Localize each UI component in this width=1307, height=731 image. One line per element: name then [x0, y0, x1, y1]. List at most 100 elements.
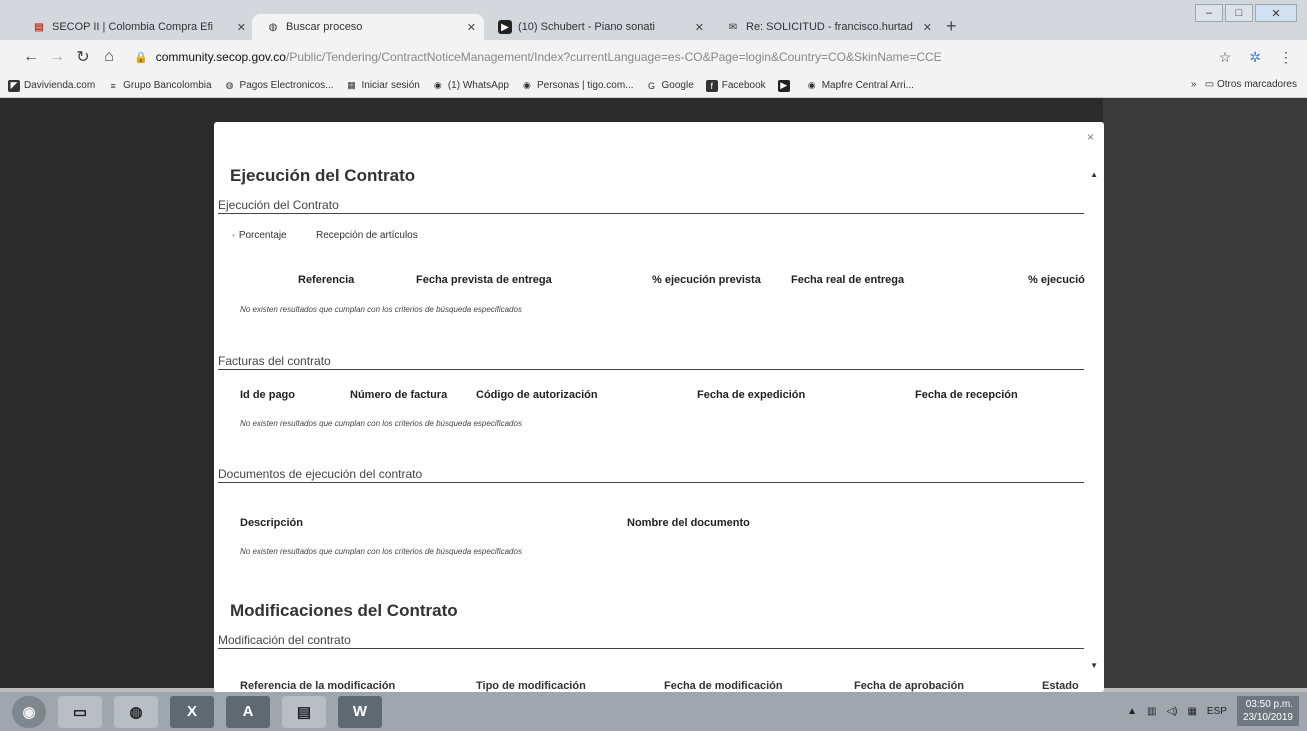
- col-estado[interactable]: Estado: [1042, 680, 1079, 692]
- modal-close-button[interactable]: ×: [1087, 130, 1094, 144]
- invoices-subtitle: Facturas del contrato: [218, 354, 1084, 370]
- col-referencia-modificacion[interactable]: Referencia de la modificación: [240, 680, 395, 692]
- chrome-icon[interactable]: ◍: [114, 695, 158, 728]
- language-indicator[interactable]: ESP: [1207, 706, 1227, 717]
- bancolombia-icon: ≡: [110, 80, 116, 91]
- davivienda-icon: ◤: [8, 79, 20, 92]
- new-tab-button[interactable]: +: [946, 16, 957, 37]
- bookmark-label: (1) WhatsApp: [447, 80, 509, 91]
- empty-message: No existen resultados que cumplan con lo…: [240, 419, 522, 428]
- tab-title: SECOP II | Colombia Compra Efi: [52, 21, 213, 33]
- tab-youtube[interactable]: ▶ (10) Schubert - Piano sonati ✕: [484, 14, 712, 40]
- maximize-button[interactable]: □: [1225, 4, 1253, 22]
- network-icon[interactable]: ▥: [1147, 706, 1156, 717]
- close-icon[interactable]: ✕: [695, 21, 704, 34]
- url-path: /Public/Tendering/ContractNoticeManageme…: [285, 50, 942, 64]
- gmail-icon: ✉: [728, 21, 738, 33]
- google-icon: G: [648, 80, 656, 91]
- bookmark-tigo[interactable]: ◉ Personas | tigo.com...: [521, 80, 633, 92]
- menu-icon[interactable]: ⋮: [1279, 49, 1293, 66]
- col-id-pago[interactable]: Id de pago: [240, 389, 295, 401]
- globe-icon: ◍: [268, 21, 278, 33]
- bookmark-label: Iniciar sesión: [361, 80, 420, 91]
- volume-icon[interactable]: ◁): [1166, 706, 1177, 717]
- bookmark-iniciar-sesion[interactable]: ▦ Iniciar sesión: [345, 80, 420, 92]
- empty-message: No existen resultados que cumplan con lo…: [240, 547, 522, 556]
- col-descripcion[interactable]: Descripción: [240, 517, 303, 529]
- bookmark-google[interactable]: G Google: [646, 80, 694, 92]
- forward-icon[interactable]: →: [44, 48, 70, 66]
- youtube-icon: ▶: [498, 20, 512, 34]
- bookmark-label: Google: [661, 80, 694, 91]
- acrobat-icon[interactable]: A: [226, 695, 270, 728]
- bookmark-label: Pagos Electronicos...: [239, 80, 334, 91]
- col-tipo-modificacion[interactable]: Tipo de modificación: [476, 680, 586, 692]
- scroll-up-icon[interactable]: ▲: [1090, 170, 1098, 179]
- star-icon[interactable]: ☆: [1219, 49, 1232, 66]
- bookmark-pagos[interactable]: ◍ Pagos Electronicos...: [224, 80, 334, 92]
- extension-icon[interactable]: ✲: [1249, 49, 1261, 66]
- col-codigo-autorizacion[interactable]: Código de autorización: [476, 389, 598, 401]
- bookmark-davivienda[interactable]: ◤ Davivienda.com: [8, 79, 96, 92]
- start-button[interactable]: ◉: [12, 695, 46, 728]
- tab-buscar-proceso[interactable]: ◍ Buscar proceso ✕: [252, 14, 484, 40]
- col-nombre-documento[interactable]: Nombre del documento: [627, 517, 750, 529]
- col-referencia[interactable]: Referencia: [298, 274, 354, 286]
- tab-secop[interactable]: ▤ SECOP II | Colombia Compra Efi ✕: [18, 14, 254, 40]
- radio-label: Recepción de artículos: [316, 230, 418, 241]
- bookmark-label: Davivienda.com: [24, 80, 96, 91]
- col-fecha-aprobacion[interactable]: Fecha de aprobación: [854, 680, 964, 692]
- window-close-button[interactable]: ✕: [1255, 4, 1297, 22]
- lock-icon: 🔒: [134, 51, 148, 64]
- radio-porcentaje[interactable]: • Porcentaje: [232, 230, 287, 241]
- col-fecha-recepcion[interactable]: Fecha de recepción: [915, 389, 1018, 401]
- col-fecha-prevista[interactable]: Fecha prevista de entrega: [416, 274, 552, 286]
- col-ejecucion-prevista[interactable]: % ejecución prevista: [652, 274, 761, 286]
- clock[interactable]: 03:50 p.m. 23/10/2019: [1236, 696, 1299, 726]
- radio-dot: •: [232, 231, 235, 240]
- col-numero-factura[interactable]: Número de factura: [350, 389, 447, 401]
- close-icon[interactable]: ✕: [467, 21, 476, 34]
- bookmark-mapfre[interactable]: ◉ Mapfre Central Arri...: [806, 80, 914, 92]
- close-icon[interactable]: ✕: [237, 21, 246, 34]
- other-bookmarks-label: Otros marcadores: [1216, 79, 1297, 90]
- word-icon[interactable]: W: [338, 695, 382, 728]
- bookmark-facebook[interactable]: f Facebook: [705, 79, 766, 92]
- bookmark-youtube[interactable]: ▶: [777, 79, 794, 92]
- globe-icon: ◍: [225, 80, 234, 90]
- address-bar[interactable]: 🔒 community.secop.gov.co/Public/Tenderin…: [134, 44, 1219, 70]
- excel-icon[interactable]: X: [170, 695, 214, 728]
- home-icon[interactable]: ⌂: [96, 48, 122, 66]
- col-fecha-modificacion[interactable]: Fecha de modificación: [664, 680, 783, 692]
- whatsapp-icon: ◉: [433, 80, 442, 90]
- reload-icon[interactable]: ↻: [70, 47, 96, 67]
- back-icon[interactable]: ←: [18, 48, 44, 66]
- bookmark-label: Facebook: [721, 80, 766, 91]
- bookmark-whatsapp[interactable]: ◉ (1) WhatsApp: [432, 80, 509, 92]
- radio-label: Porcentaje: [238, 230, 287, 241]
- scroll-down-icon[interactable]: ▼: [1090, 661, 1098, 670]
- radio-recepcion[interactable]: Recepción de artículos: [316, 230, 418, 241]
- col-ejecucion-real[interactable]: % ejecució: [1028, 274, 1085, 286]
- tab-title: Re: SOLICITUD - francisco.hurtad: [746, 21, 913, 33]
- col-fecha-real[interactable]: Fecha real de entrega: [791, 274, 904, 286]
- other-bookmarks[interactable]: » ▭ Otros marcadores: [1191, 79, 1297, 90]
- windows-taskbar: ◉ ▭ ◍ X A ▤ W ▲ ▥ ◁) ▦ ESP 03:50 p.m. 23…: [0, 692, 1307, 731]
- file-explorer-icon[interactable]: ▭: [58, 695, 102, 728]
- close-icon[interactable]: ✕: [923, 21, 932, 34]
- secop-icon: ▤: [34, 21, 44, 33]
- facebook-icon: f: [705, 79, 718, 92]
- contract-modal: × ▲ Ejecución del Contrato Ejecución del…: [214, 122, 1104, 692]
- notepad-icon[interactable]: ▤: [282, 695, 326, 728]
- tab-strip: ▤ SECOP II | Colombia Compra Efi ✕ ◍ Bus…: [0, 0, 1307, 40]
- tab-title: (10) Schubert - Piano sonati: [518, 21, 655, 33]
- tab-gmail[interactable]: ✉ Re: SOLICITUD - francisco.hurtad ✕: [712, 14, 940, 40]
- window-controls: – □ ✕: [1195, 4, 1297, 22]
- execution-title: Ejecución del Contrato: [230, 166, 416, 185]
- keyboard-icon[interactable]: ▦: [1187, 706, 1196, 717]
- col-fecha-expedicion[interactable]: Fecha de expedición: [697, 389, 805, 401]
- bookmark-bancolombia[interactable]: ≡ Grupo Bancolombia: [107, 80, 212, 92]
- minimize-button[interactable]: –: [1195, 4, 1223, 22]
- bookmarks-overflow[interactable]: »: [1191, 79, 1197, 90]
- tray-expand-icon[interactable]: ▲: [1127, 706, 1137, 717]
